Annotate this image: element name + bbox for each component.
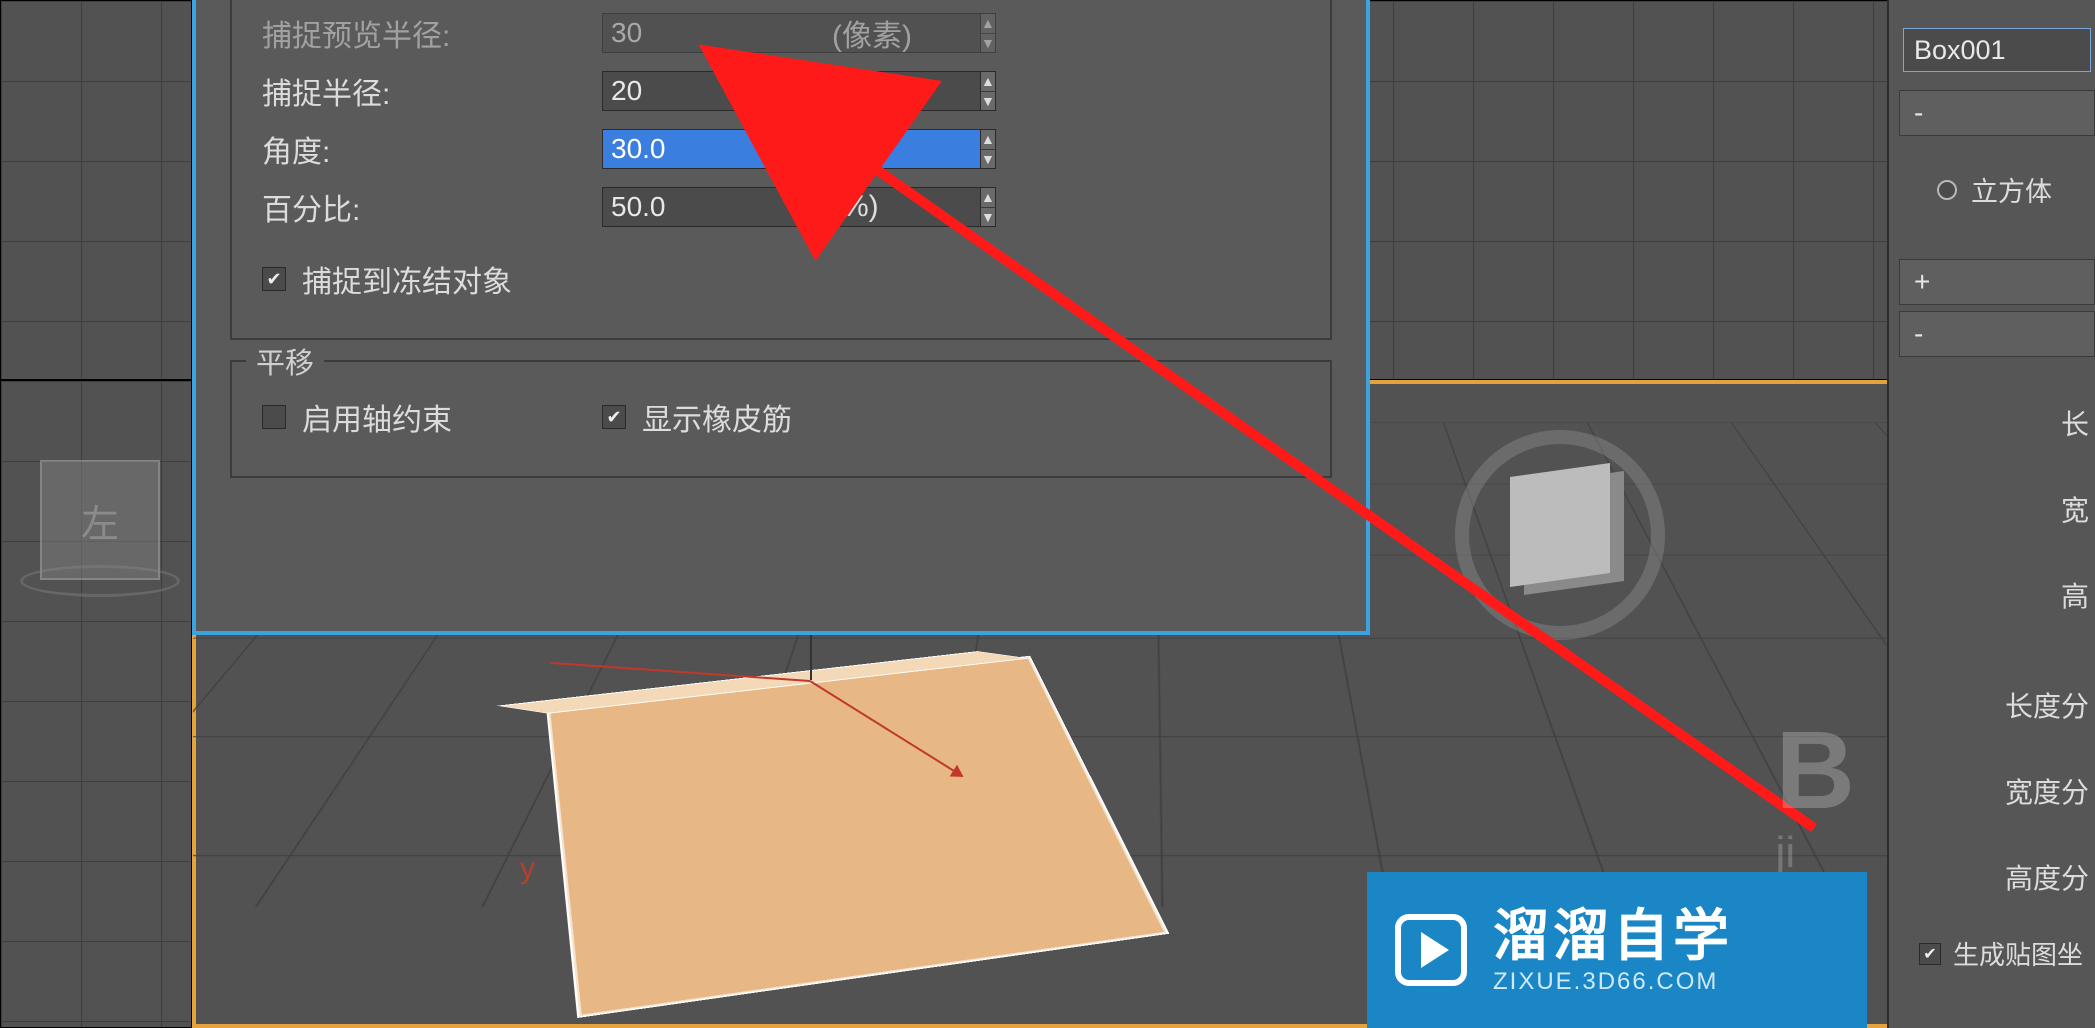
watermark-sub: ZIXUE.3D66.COM bbox=[1493, 968, 1733, 996]
param-height: 高 bbox=[1889, 575, 2095, 615]
spinner-up-icon[interactable]: ▲ bbox=[981, 14, 995, 34]
rollout-header-plus[interactable]: + bbox=[1899, 259, 2095, 305]
translate-group-title: 平移 bbox=[246, 340, 324, 382]
percent-label: 百分比: bbox=[262, 185, 602, 229]
spinner-down-icon[interactable]: ▼ bbox=[981, 34, 995, 53]
row-snap-frozen: 捕捉到冻结对象 bbox=[262, 250, 1300, 308]
play-icon bbox=[1395, 914, 1467, 986]
param-length: 长 bbox=[1889, 403, 2095, 443]
preview-radius-label: 捕捉预览半径: bbox=[262, 11, 602, 55]
rollout-header-1[interactable]: - bbox=[1899, 90, 2095, 136]
param-width: 宽 bbox=[1889, 489, 2095, 529]
preview-radius-unit: (像素) bbox=[832, 11, 912, 55]
param-width-seg: 宽度分 bbox=[1889, 771, 2095, 811]
snap-radius-label: 捕捉半径: bbox=[262, 69, 602, 113]
cube-radio[interactable]: 立方体 bbox=[1937, 170, 2095, 209]
radio-icon bbox=[1937, 180, 1957, 200]
preview-radius-spinner[interactable]: ▲▼ bbox=[602, 13, 802, 53]
row-snap-radius: 捕捉半径: ▲▼ (像素) bbox=[262, 62, 1300, 120]
viewcube-left-ring bbox=[20, 565, 180, 597]
baidu-watermark: B ji bbox=[1776, 707, 1855, 878]
rubber-band-checkbox[interactable]: 显示橡皮筋 bbox=[602, 395, 792, 439]
translate-group: 平移 启用轴约束 显示橡皮筋 bbox=[230, 360, 1332, 478]
minus-icon: - bbox=[1914, 97, 1923, 129]
spinner-up-icon[interactable]: ▲ bbox=[981, 188, 995, 208]
preview-radius-input[interactable] bbox=[602, 13, 981, 53]
snap-frozen-label: 捕捉到冻结对象 bbox=[302, 257, 512, 301]
spinner-down-icon[interactable]: ▼ bbox=[981, 208, 995, 227]
axis-constraint-checkbox[interactable]: 启用轴约束 bbox=[262, 395, 602, 439]
snap-radius-input[interactable] bbox=[602, 71, 981, 111]
snap-frozen-checkbox[interactable]: 捕捉到冻结对象 bbox=[262, 257, 512, 301]
site-watermark: 溜溜自学 ZIXUE.3D66.COM bbox=[1367, 872, 1867, 1028]
viewport-top-left[interactable] bbox=[0, 0, 192, 380]
minus-icon: - bbox=[1914, 318, 1923, 350]
row-angle: 角度: ▲▼ (度) bbox=[262, 120, 1300, 178]
rubber-band-label: 显示橡皮筋 bbox=[642, 395, 792, 439]
spinner-up-icon[interactable]: ▲ bbox=[981, 72, 995, 92]
viewcube-perspective[interactable] bbox=[1455, 430, 1665, 640]
angle-unit: (度) bbox=[832, 127, 882, 171]
row-percent: 百分比: ▲▼ (%) bbox=[262, 178, 1300, 236]
angle-spinner[interactable]: ▲▼ bbox=[602, 129, 802, 169]
object-name-field[interactable]: Box001 bbox=[1903, 28, 2091, 72]
axis-y-label: y bbox=[520, 852, 535, 886]
percent-unit: (%) bbox=[832, 190, 879, 224]
percent-input[interactable] bbox=[602, 187, 981, 227]
spinner-down-icon[interactable]: ▼ bbox=[981, 150, 995, 169]
spinner-up-icon[interactable]: ▲ bbox=[981, 130, 995, 150]
checkbox-icon bbox=[262, 405, 286, 429]
angle-label: 角度: bbox=[262, 127, 602, 171]
spinner-down-icon[interactable]: ▼ bbox=[981, 92, 995, 111]
checkbox-icon bbox=[602, 405, 626, 429]
snap-settings-dialog: 捕捉预览半径: ▲▼ (像素) 捕捉半径: ▲▼ (像素) 角度: ▲▼ (度) bbox=[192, 0, 1370, 635]
watermark-title: 溜溜自学 bbox=[1493, 904, 1733, 968]
angle-input[interactable] bbox=[602, 129, 981, 169]
generate-mapping-label: 生成贴图坐 bbox=[1953, 935, 2083, 972]
plus-icon: + bbox=[1914, 266, 1930, 298]
viewcube-left[interactable]: 左 bbox=[40, 460, 160, 580]
cube-radio-label: 立方体 bbox=[1971, 170, 2052, 209]
row-translate-options: 启用轴约束 显示橡皮筋 bbox=[262, 388, 1300, 446]
generate-mapping-checkbox[interactable]: 生成贴图坐 bbox=[1919, 935, 2095, 972]
snap-radius-spinner[interactable]: ▲▼ bbox=[602, 71, 802, 111]
snap-radius-unit: (像素) bbox=[832, 69, 912, 113]
param-length-seg: 长度分 bbox=[1889, 685, 2095, 725]
checkbox-icon bbox=[262, 267, 286, 291]
checkbox-icon bbox=[1919, 943, 1941, 965]
command-panel: Box001 - 立方体 + - 长 宽 高 长度分 宽度分 高度分 生成贴图坐 bbox=[1887, 0, 2095, 1028]
rollout-header-params[interactable]: - bbox=[1899, 311, 2095, 357]
percent-spinner[interactable]: ▲▼ bbox=[602, 187, 802, 227]
object-name-text: Box001 bbox=[1914, 35, 2006, 66]
snap-general-group: 捕捉预览半径: ▲▼ (像素) 捕捉半径: ▲▼ (像素) 角度: ▲▼ (度) bbox=[230, 0, 1332, 340]
axis-constraint-label: 启用轴约束 bbox=[302, 395, 452, 439]
param-height-seg: 高度分 bbox=[1889, 857, 2095, 897]
row-preview-radius: 捕捉预览半径: ▲▼ (像素) bbox=[262, 4, 1300, 62]
